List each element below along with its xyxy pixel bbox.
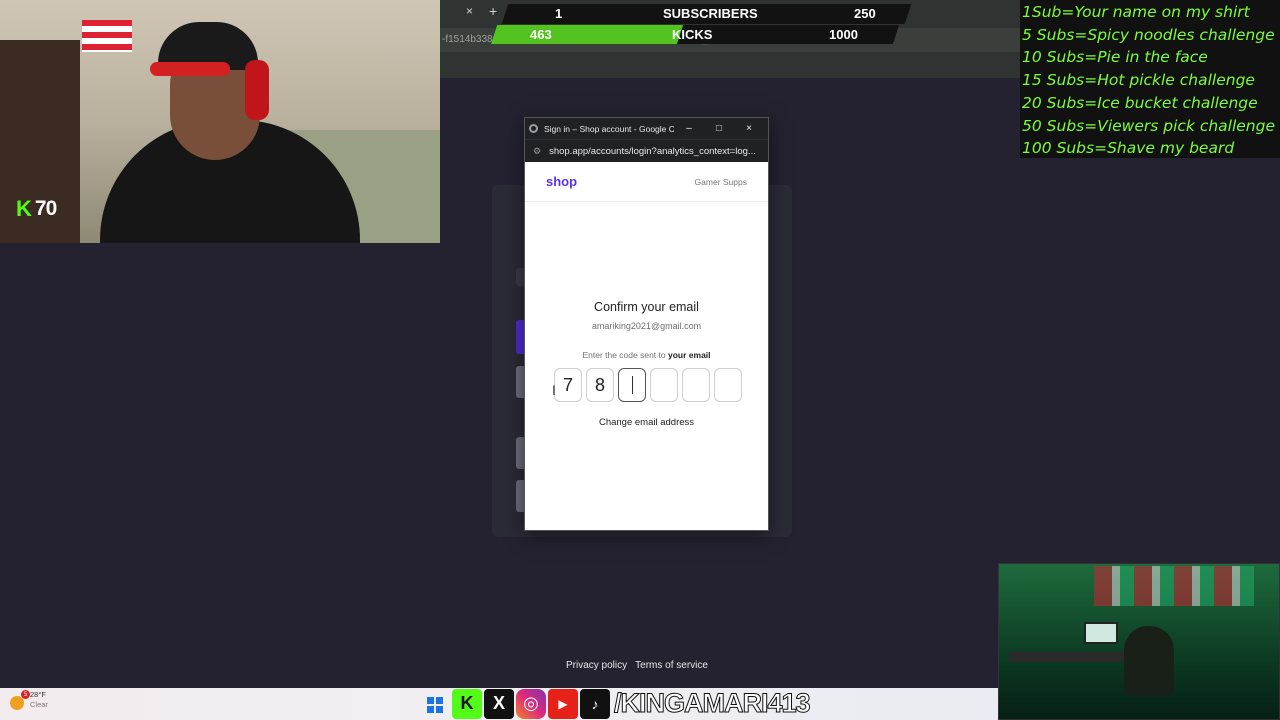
background-stub (516, 366, 524, 398)
popup-address-bar[interactable]: ⚙ shop.app/accounts/login?analytics_cont… (525, 139, 768, 162)
windows-start-icon[interactable] (427, 697, 443, 713)
kick-count-value: 70 (34, 197, 57, 220)
weather-condition: Clear (30, 700, 48, 709)
code-hint-bold: your email (668, 350, 711, 360)
goal-line: 10 Subs=Pie in the face (1022, 48, 1208, 67)
code-digit-input[interactable]: 8 (586, 368, 614, 402)
goal-line: 1Sub=Your name on my shirt (1022, 3, 1250, 21)
stream-stage: -f1514b338aa8...652145%2Foauth%2Fauthori… (0, 0, 1280, 720)
kicks-goal: 1000 (829, 27, 858, 42)
sub-goals-panel: 1Sub=Your name on my shirt 5 Subs=Spicy … (1020, 0, 1280, 158)
site-settings-icon[interactable]: ⚙ (533, 146, 541, 157)
subscriber-current: 1 (555, 6, 563, 21)
minimize-button[interactable]: – (674, 123, 704, 134)
streamer-handle: /KINGAMARI413 (614, 688, 812, 719)
verification-code-inputs: 7 8 (554, 368, 742, 402)
chrome-icon (529, 124, 538, 133)
weather-widget[interactable]: 5 28°F Clear (10, 690, 48, 710)
code-hint: Enter the code sent to your email (525, 350, 768, 360)
room-camera-feed (998, 563, 1280, 720)
background-stub (516, 268, 524, 286)
goal-line: 15 Subs=Hot pickle challenge (1022, 71, 1255, 90)
code-digit-input[interactable] (618, 368, 646, 402)
confirm-email-heading: Confirm your email (594, 300, 699, 314)
text-caret (631, 376, 633, 394)
popup-window-title: Sign in – Shop account - Google Chr... (544, 123, 674, 134)
background-stub (516, 437, 524, 469)
background-stub (516, 320, 524, 354)
popup-url: shop.app/accounts/login?analytics_contex… (549, 145, 756, 157)
code-digit-input[interactable]: 7 (554, 368, 582, 402)
kicks-current: 463 (530, 27, 552, 42)
social-handles-bar: K X ◎ ▶ ♪ /KINGAMARI413 (452, 688, 812, 719)
instagram-icon: ◎ (516, 688, 546, 719)
footer-links: Privacy policy Terms of service (566, 660, 708, 671)
shop-logo: shop (546, 174, 578, 189)
subscriber-label: SUBSCRIBERS (663, 6, 758, 21)
shop-header: shop Gamer Supps (525, 162, 768, 202)
webcam-feed: K 70 (0, 0, 440, 243)
change-email-link[interactable]: Change email address (525, 417, 768, 428)
subscriber-goal: 250 (854, 6, 876, 21)
new-tab-icon[interactable]: + (489, 3, 497, 19)
code-digit-input[interactable] (682, 368, 710, 402)
kicks-progress-fill (490, 25, 684, 44)
webcam-headset (245, 60, 269, 120)
kicks-label: KICKS (672, 27, 713, 42)
webcam-cap-brim (150, 62, 230, 76)
confirm-email-address: amariking2021@gmail.com (591, 321, 702, 331)
maximize-button[interactable]: □ (704, 123, 734, 134)
kick-icon: K (452, 688, 482, 719)
code-hint-text: Enter the code sent to (582, 350, 666, 360)
room-camera-hat-wall (1094, 566, 1254, 606)
code-digit-input[interactable] (714, 368, 742, 402)
notification-badge: 5 (21, 690, 30, 699)
close-button[interactable]: × (734, 123, 764, 134)
store-name: Gamer Supps (694, 176, 747, 187)
background-stub (516, 480, 524, 512)
goal-line: 20 Subs=Ice bucket challenge (1022, 93, 1258, 112)
shop-signin-popup: Sign in – Shop account - Google Chr... –… (524, 117, 769, 531)
goal-line: 100 Subs=Shave my beard (1022, 139, 1235, 158)
youtube-icon: ▶ (548, 688, 578, 719)
weather-temperature: 28°F (30, 690, 46, 699)
kick-logo-icon: K (16, 196, 32, 221)
privacy-policy-link[interactable]: Privacy policy (566, 660, 627, 671)
popup-titlebar[interactable]: Sign in – Shop account - Google Chr... –… (525, 118, 768, 139)
goal-line: 50 Subs=Viewers pick challenge (1022, 116, 1276, 135)
ibeam-cursor-icon: I (552, 382, 556, 398)
room-camera-monitor (1084, 622, 1118, 644)
tiktok-icon: ♪ (580, 688, 610, 719)
webcam-flag (82, 20, 132, 52)
terms-of-service-link[interactable]: Terms of service (635, 660, 708, 671)
tab-close-icon[interactable]: × (466, 4, 473, 18)
goal-line: 5 Subs=Spicy noodles challenge (1022, 25, 1275, 44)
room-camera-person (1124, 626, 1174, 696)
x-icon: X (484, 688, 514, 719)
kick-follower-count: K 70 (16, 196, 57, 222)
code-digit-input[interactable] (650, 368, 678, 402)
